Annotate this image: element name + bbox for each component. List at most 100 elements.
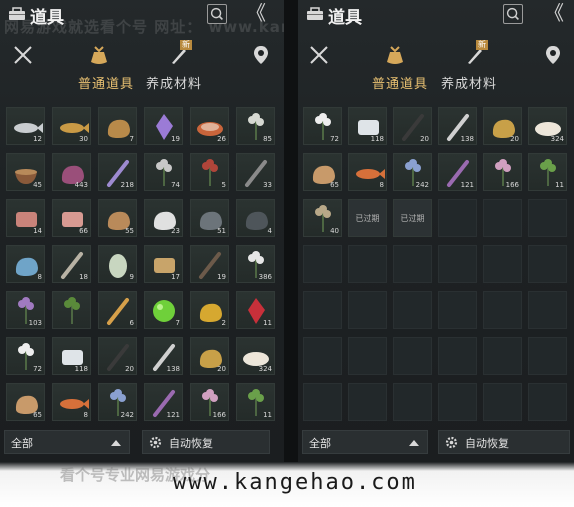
item-slot[interactable]: 166 [190,383,229,421]
item-slot[interactable]: 5 [190,153,229,191]
item-slot-expired[interactable]: 已过期 [393,199,432,237]
item-slot[interactable]: 8 [348,153,387,191]
item-slot[interactable]: 324 [236,337,275,375]
search-icon[interactable] [503,4,523,24]
pouch-icon[interactable] [384,44,406,66]
item-slot[interactable]: 45 [6,153,45,191]
location-pin-icon[interactable] [250,44,272,66]
bag-icon [307,7,323,20]
item-count: 74 [171,181,180,189]
item-slot[interactable]: 23 [144,199,183,237]
item-slot[interactable]: 121 [438,153,477,191]
item-slot[interactable]: 33 [236,153,275,191]
item-slot[interactable]: 65 [6,383,45,421]
inventory-panel-left: 网易游戏就选看个号 网址： www.kangehao.com 道具 《 新 [0,0,284,462]
search-icon[interactable] [207,4,227,24]
item-count: 11 [263,411,272,419]
item-slot[interactable]: 72 [303,107,342,145]
item-slot[interactable]: 30 [52,107,91,145]
auto-recover-button[interactable]: 自动恢复 [142,430,270,454]
auto-recover-label: 自动恢复 [465,437,509,450]
collapse-double-chevron-icon[interactable]: 《 [544,2,570,24]
item-slot[interactable]: 11 [236,291,275,329]
location-pin-icon[interactable] [542,44,564,66]
item-slot[interactable]: 118 [52,337,91,375]
category-row: 新 [0,40,284,70]
item-slot[interactable]: 386 [236,245,275,283]
panel-divider [284,0,298,462]
item-slot[interactable]: 51 [190,199,229,237]
item-slot[interactable]: 8 [6,245,45,283]
item-slot[interactable]: 11 [236,383,275,421]
item-slot[interactable]: 4 [236,199,275,237]
item-slot[interactable]: 166 [483,153,522,191]
crossed-swords-icon[interactable] [308,44,330,66]
item-slot[interactable]: 20 [393,107,432,145]
item-count: 40 [330,227,339,235]
item-slot[interactable]: 324 [528,107,567,145]
item-slot[interactable]: 72 [6,337,45,375]
item-slot[interactable]: 242 [393,153,432,191]
item-slot[interactable]: 20 [98,337,137,375]
item-slot[interactable]: 121 [144,383,183,421]
empty-slot [483,199,522,237]
item-slot[interactable]: 6 [98,291,137,329]
item-slot[interactable]: 74 [144,153,183,191]
filter-dropdown[interactable]: 全部 [4,430,130,454]
pouch-icon[interactable] [88,44,110,66]
tab-normal-items[interactable]: 普通道具 [372,73,428,92]
item-slot[interactable]: 11 [528,153,567,191]
filter-dropdown[interactable]: 全部 [302,430,428,454]
item-count: 11 [555,181,564,189]
quill-icon-wrap[interactable]: 新 [464,40,488,66]
item-slot[interactable]: 17 [144,245,183,283]
item-slot[interactable] [52,291,91,329]
item-slot[interactable]: 19 [190,245,229,283]
item-slot[interactable]: 66 [52,199,91,237]
item-slot[interactable]: 242 [98,383,137,421]
item-count: 9 [129,273,134,281]
item-slot[interactable]: 40 [303,199,342,237]
item-slot[interactable]: 12 [6,107,45,145]
item-slot[interactable]: 443 [52,153,91,191]
item-slot[interactable]: 19 [144,107,183,145]
item-count: 85 [263,135,272,143]
item-slot-expired[interactable]: 已过期 [348,199,387,237]
crossed-swords-icon[interactable] [12,44,34,66]
item-slot[interactable]: 20 [190,337,229,375]
empty-slot [303,383,342,421]
item-slot[interactable]: 65 [303,153,342,191]
tab-growth-materials[interactable]: 养成材料 [146,73,202,92]
item-slot[interactable]: 138 [438,107,477,145]
item-slot[interactable]: 103 [6,291,45,329]
item-slot[interactable]: 218 [98,153,137,191]
item-count: 121 [166,411,180,419]
item-slot[interactable]: 9 [98,245,137,283]
filter-label: 全部 [11,437,33,450]
item-slot[interactable]: 118 [348,107,387,145]
item-slot[interactable]: 138 [144,337,183,375]
item-count: 7 [129,135,134,143]
item-slot[interactable]: 14 [6,199,45,237]
item-count: 23 [171,227,180,235]
collapse-double-chevron-icon[interactable]: 《 [246,2,272,24]
auto-recover-button[interactable]: 自动恢复 [438,430,570,454]
item-count: 2 [221,319,226,327]
item-slot[interactable]: 18 [52,245,91,283]
item-slot[interactable]: 55 [98,199,137,237]
new-badge: 新 [476,40,488,50]
item-slot[interactable]: 2 [190,291,229,329]
item-slot[interactable]: 7 [144,291,183,329]
quill-icon-wrap[interactable]: 新 [168,40,192,66]
item-slot[interactable]: 8 [52,383,91,421]
tab-normal-items[interactable]: 普通道具 [78,73,134,92]
item-slot[interactable]: 20 [483,107,522,145]
item-count: 65 [33,411,42,419]
panel-title: 道具 [30,8,64,28]
item-count: 242 [120,411,134,419]
tab-growth-materials[interactable]: 养成材料 [441,73,497,92]
empty-slot [438,245,477,283]
item-slot[interactable]: 26 [190,107,229,145]
item-slot[interactable]: 85 [236,107,275,145]
item-slot[interactable]: 7 [98,107,137,145]
